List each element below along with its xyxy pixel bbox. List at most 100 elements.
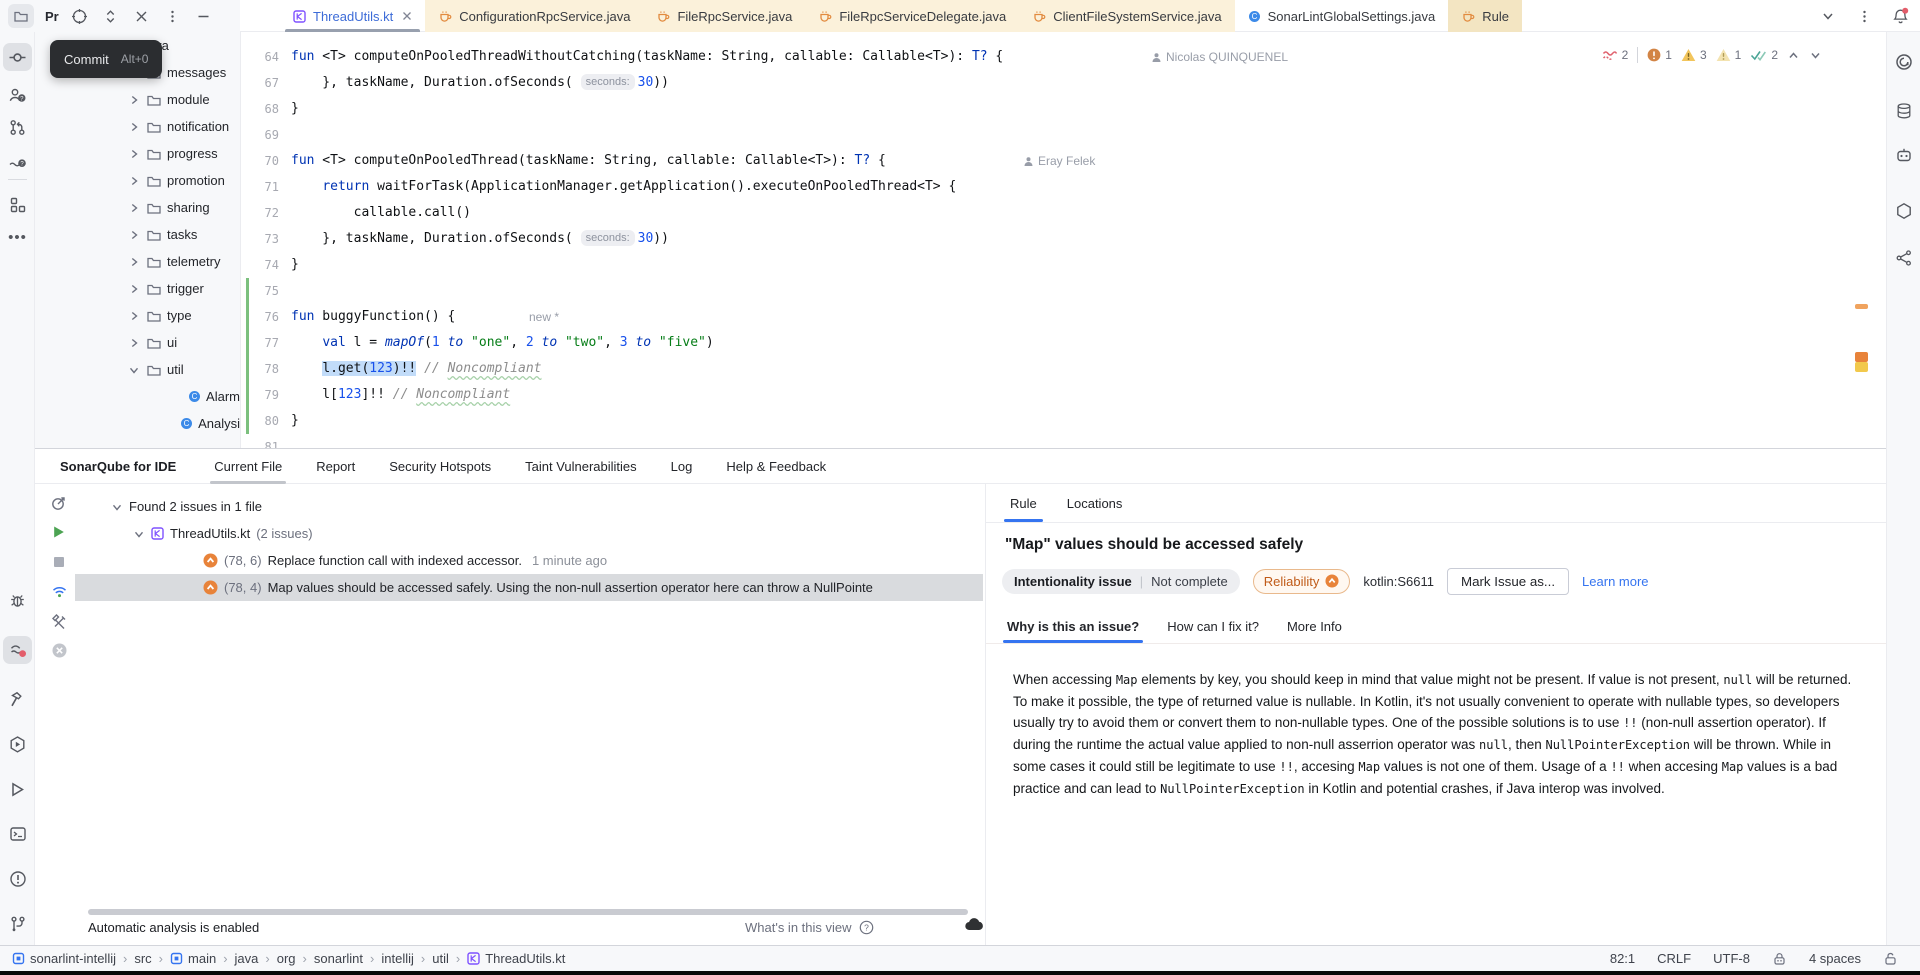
- breadcrumb-item-java[interactable]: java: [235, 951, 259, 966]
- panel-tab-help-feedback[interactable]: Help & Feedback: [726, 449, 826, 484]
- panel-tab-security-hotspots[interactable]: Security Hotspots: [389, 449, 491, 484]
- chevron-right-icon[interactable]: [127, 94, 141, 106]
- next-issue-icon[interactable]: [1809, 49, 1822, 62]
- sonar-help-tool-button[interactable]: ?: [3, 149, 32, 177]
- code-line[interactable]: 67 }, taskName, Duration.ofSeconds( seco…: [241, 70, 1886, 96]
- structure-tool-button[interactable]: [3, 191, 32, 219]
- tree-item-trigger[interactable]: trigger: [35, 275, 240, 302]
- rule-subtab-how-can-i-fix-it[interactable]: How can I fix it?: [1167, 609, 1259, 643]
- breadcrumb-item-src[interactable]: src: [134, 951, 151, 966]
- editor-tab-filerpcservicedelegate-java[interactable]: FileRpcServiceDelegate.java: [805, 0, 1019, 32]
- chevron-down-icon[interactable]: [127, 364, 141, 376]
- breadcrumb-item-main[interactable]: main: [170, 951, 216, 966]
- issue-row[interactable]: (78, 6) Replace function call with index…: [75, 547, 983, 574]
- more-tool-windows-button[interactable]: •••: [3, 223, 32, 251]
- code-vision-hint[interactable]: new *: [529, 304, 559, 330]
- impact-badge[interactable]: Reliability: [1253, 569, 1351, 594]
- assistant-tool-button[interactable]: [1890, 141, 1918, 169]
- stripe-mark[interactable]: [1855, 352, 1868, 362]
- chevron-right-icon[interactable]: [127, 175, 141, 187]
- inspections-widget[interactable]: 2 1 3 1 2: [1602, 42, 1822, 68]
- breadcrumb-item-org[interactable]: org: [277, 951, 296, 966]
- editor-tab-sonarlintglobalsettings-java[interactable]: CSonarLintGlobalSettings.java: [1235, 0, 1449, 32]
- analyze-button[interactable]: [48, 492, 70, 514]
- whats-in-view[interactable]: What's in this view ?: [745, 920, 874, 935]
- chevron-right-icon[interactable]: [127, 310, 141, 322]
- code-line[interactable]: 79 l[123]!! // Noncompliant: [241, 382, 1886, 408]
- commit-tool-button[interactable]: [3, 43, 32, 71]
- rule-subtab-why-is-this-an-issue[interactable]: Why is this an issue?: [1007, 609, 1139, 643]
- minimize-icon[interactable]: [194, 6, 214, 26]
- database-tool-button[interactable]: [1890, 97, 1918, 125]
- ai-assistant-tool-button[interactable]: [1890, 48, 1918, 76]
- chevron-down-icon[interactable]: [133, 528, 145, 540]
- rule-subtab-more-info[interactable]: More Info: [1287, 609, 1342, 643]
- code-line[interactable]: 76fun buggyFunction() {new *: [241, 304, 1886, 330]
- project-widget[interactable]: Pr: [45, 9, 59, 24]
- chevron-right-icon[interactable]: [127, 148, 141, 160]
- sonarqube-cloud-icon[interactable]: [963, 915, 985, 933]
- line-ending[interactable]: CRLF: [1657, 951, 1691, 966]
- code-review-tool-button[interactable]: ?: [3, 81, 32, 109]
- dependencies-tool-button[interactable]: [1890, 244, 1918, 272]
- tree-item-notification[interactable]: notification: [35, 113, 240, 140]
- editor-tab-configurationrpcservice-java[interactable]: ConfigurationRpcService.java: [425, 0, 643, 32]
- services-tool-button[interactable]: [3, 730, 32, 758]
- chevron-right-icon[interactable]: [127, 121, 141, 133]
- tree-item-promotion[interactable]: promotion: [35, 167, 240, 194]
- code-line[interactable]: 81: [241, 434, 1886, 448]
- chevron-right-icon[interactable]: [127, 229, 141, 241]
- tree-item-util[interactable]: util: [35, 356, 240, 383]
- tree-item-ui[interactable]: ui: [35, 329, 240, 356]
- panel-tab-taint-vulnerabilities[interactable]: Taint Vulnerabilities: [525, 449, 637, 484]
- code-line[interactable]: 73 }, taskName, Duration.ofSeconds( seco…: [241, 226, 1886, 252]
- more-icon[interactable]: [1854, 6, 1874, 26]
- pull-requests-tool-button[interactable]: [3, 113, 32, 141]
- code-line[interactable]: 78 l.get(123)!! // Noncompliant: [241, 356, 1886, 382]
- editor-tab-clientfilesystemservice-java[interactable]: ClientFileSystemService.java: [1019, 0, 1234, 32]
- chevron-down-icon[interactable]: [111, 501, 123, 513]
- clear-button[interactable]: [48, 639, 70, 661]
- tree-item-type[interactable]: type: [35, 302, 240, 329]
- breadcrumb-item-util[interactable]: util: [432, 951, 449, 966]
- tree-item-telemetry[interactable]: telemetry: [35, 248, 240, 275]
- code-line[interactable]: 75: [241, 278, 1886, 304]
- indent-setting[interactable]: 4 spaces: [1809, 951, 1861, 966]
- breadcrumb-item-sonarlint-intellij[interactable]: sonarlint-intellij: [12, 951, 116, 966]
- project-tool-window-button[interactable]: [8, 4, 34, 28]
- code-line[interactable]: 71 return waitForTask(ApplicationManager…: [241, 174, 1886, 200]
- build-system-tool-button[interactable]: [1890, 197, 1918, 225]
- terminal-tool-button[interactable]: [3, 820, 32, 848]
- chevron-right-icon[interactable]: [127, 337, 141, 349]
- more-icon[interactable]: [163, 6, 183, 26]
- tree-item-tasks[interactable]: tasks: [35, 221, 240, 248]
- locate-icon[interactable]: [70, 6, 90, 26]
- stripe-mark[interactable]: [1855, 362, 1868, 372]
- caret-position[interactable]: 82:1: [1610, 951, 1635, 966]
- run-tool-button[interactable]: [3, 775, 32, 803]
- stop-analysis-button[interactable]: [48, 551, 70, 573]
- issues-summary-row[interactable]: Found 2 issues in 1 file: [75, 493, 983, 520]
- run-analysis-button[interactable]: [48, 521, 70, 543]
- sonarqube-tool-button[interactable]: [3, 636, 32, 664]
- code-line[interactable]: 74}: [241, 252, 1886, 278]
- panel-tab-current-file[interactable]: Current File: [214, 449, 282, 484]
- tree-item-alarm[interactable]: CAlarm: [35, 383, 240, 410]
- settings-button[interactable]: [48, 611, 70, 633]
- close-icon[interactable]: [132, 6, 152, 26]
- code-line[interactable]: 80}: [241, 408, 1886, 434]
- file-encoding[interactable]: UTF-8: [1713, 951, 1750, 966]
- chevron-right-icon[interactable]: [127, 283, 141, 295]
- code-line[interactable]: 72 callable.call(): [241, 200, 1886, 226]
- rule-tab-locations[interactable]: Locations: [1067, 484, 1123, 522]
- code-line[interactable]: 77 val l = mapOf(1 to "one", 2 to "two",…: [241, 330, 1886, 356]
- panel-tab-log[interactable]: Log: [671, 449, 693, 484]
- debug-tool-button[interactable]: [3, 586, 32, 614]
- stripe-mark[interactable]: [1855, 304, 1868, 309]
- problems-tool-button[interactable]: [3, 865, 32, 893]
- issue-row-selected[interactable]: (78, 4) Map values should be accessed sa…: [75, 574, 983, 601]
- rule-tab-rule[interactable]: Rule: [1010, 484, 1037, 522]
- chevron-down-icon[interactable]: [1818, 6, 1838, 26]
- connection-button[interactable]: [48, 580, 70, 602]
- code-line[interactable]: 68}: [241, 96, 1886, 122]
